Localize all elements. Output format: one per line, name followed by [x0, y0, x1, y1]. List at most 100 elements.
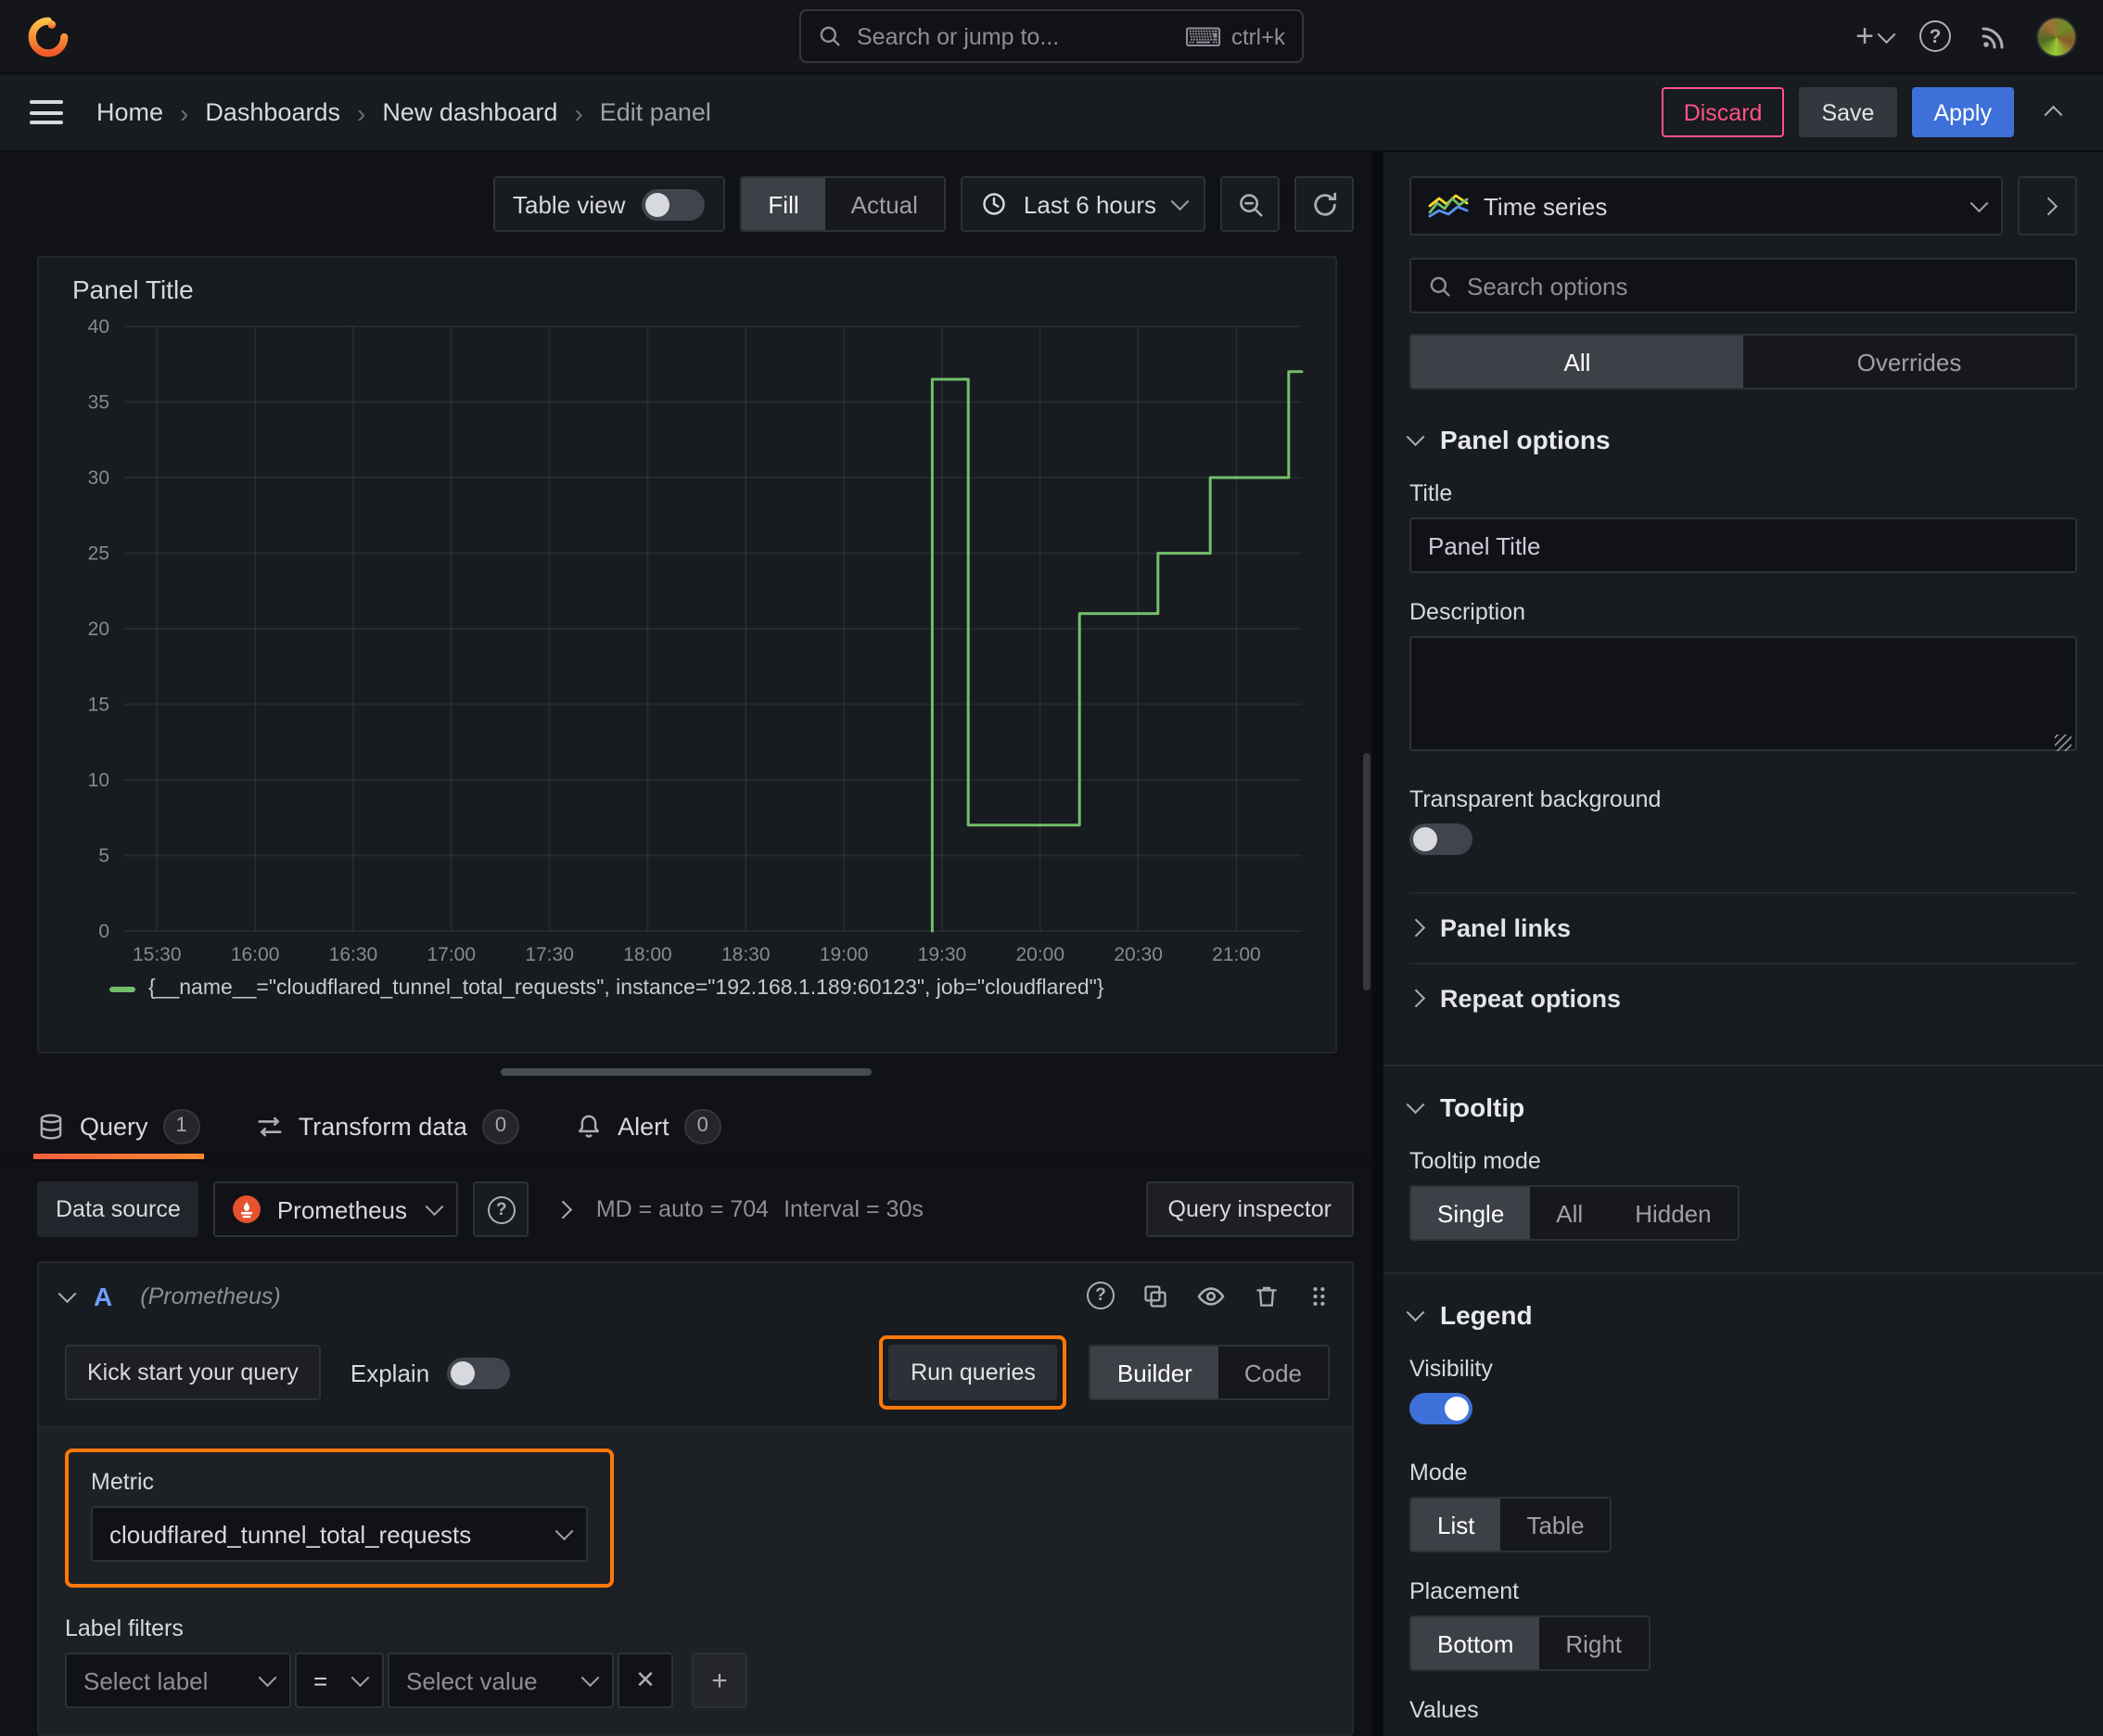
help-button[interactable]: ?: [1919, 20, 1951, 52]
options-search-input[interactable]: [1467, 272, 2058, 300]
tooltip-mode-single[interactable]: Single: [1411, 1187, 1531, 1239]
legend-mode-table[interactable]: Table: [1500, 1499, 1610, 1551]
fill-actual-segmented: Fill Actual: [740, 176, 946, 232]
panel-options-section-header[interactable]: Panel options: [1407, 425, 2077, 454]
run-queries-button[interactable]: Run queries: [888, 1345, 1058, 1400]
transform-count-badge: 0: [481, 1108, 520, 1143]
svg-text:16:00: 16:00: [231, 944, 280, 965]
vertical-scrollbar[interactable]: [1363, 753, 1370, 990]
global-search-input[interactable]: [857, 23, 1170, 49]
chevron-down-icon: [58, 1283, 76, 1302]
drag-handle[interactable]: [1307, 1283, 1330, 1308]
apply-button[interactable]: Apply: [1911, 87, 2014, 137]
query-options-expander[interactable]: [544, 1191, 581, 1228]
query-row-actions: ?: [1087, 1281, 1330, 1310]
chevron-down-icon: [1877, 24, 1894, 43]
query-inspector-button[interactable]: Query inspector: [1145, 1181, 1354, 1237]
breadcrumb-dashboards[interactable]: Dashboards: [205, 98, 340, 126]
user-avatar[interactable]: [2036, 16, 2077, 57]
legend-placement-bottom[interactable]: Bottom: [1411, 1617, 1540, 1669]
query-help-button[interactable]: ?: [1087, 1282, 1115, 1309]
breadcrumb-new-dashboard[interactable]: New dashboard: [382, 98, 557, 126]
visualization-picker-row: Time series: [1409, 176, 2077, 236]
query-ref-id: A: [94, 1281, 113, 1310]
chevron-right-icon: [2038, 197, 2057, 215]
kick-start-query-button[interactable]: Kick start your query: [65, 1345, 321, 1400]
visualization-select[interactable]: Time series: [1409, 176, 2003, 236]
table-view-toggle[interactable]: [642, 188, 706, 220]
alert-count-badge: 0: [683, 1108, 721, 1143]
fill-option[interactable]: Fill: [742, 178, 825, 230]
discard-button[interactable]: Discard: [1661, 87, 1785, 137]
code-option[interactable]: Code: [1218, 1347, 1328, 1398]
remove-filter-button[interactable]: ✕: [618, 1653, 673, 1708]
legend-visibility-label: Visibility: [1409, 1356, 1493, 1382]
options-search[interactable]: [1409, 258, 2077, 313]
legend-visibility-toggle[interactable]: [1409, 1393, 1472, 1424]
collapse-options-pane-button[interactable]: [2018, 176, 2077, 236]
chevron-down-icon: [1407, 1095, 1424, 1114]
tab-overrides[interactable]: Overrides: [1743, 336, 2075, 388]
tab-query[interactable]: Query 1: [33, 1092, 204, 1159]
tooltip-mode-hidden[interactable]: Hidden: [1609, 1187, 1737, 1239]
header-actions: Discard Save Apply: [1661, 87, 2077, 137]
tab-all-options[interactable]: All: [1411, 336, 1743, 388]
collapse-query-button[interactable]: [58, 1283, 76, 1302]
time-range-picker[interactable]: Last 6 hours: [960, 176, 1205, 232]
breadcrumb-home[interactable]: Home: [96, 98, 163, 126]
operator-dropdown[interactable]: =: [295, 1653, 384, 1708]
actual-option[interactable]: Actual: [825, 178, 944, 230]
legend-series-label[interactable]: {__name__="cloudflared_tunnel_total_requ…: [148, 977, 1103, 1000]
description-textarea[interactable]: [1409, 636, 2077, 751]
panel-title-input[interactable]: [1409, 517, 2077, 573]
grafana-logo-icon[interactable]: [26, 14, 70, 58]
zoom-out-time-button[interactable]: [1220, 176, 1280, 232]
svg-text:17:00: 17:00: [427, 944, 476, 965]
select-value-dropdown[interactable]: Select value: [388, 1653, 614, 1708]
global-search[interactable]: ⌨ ctrl+k: [799, 9, 1304, 63]
legend-placement-label: Placement: [1409, 1578, 1520, 1604]
broadcast-icon: [1979, 21, 2008, 51]
horizontal-resize-handle[interactable]: [501, 1068, 872, 1076]
top-nav: ⌨ ctrl+k + ?: [0, 0, 2103, 74]
datasource-help-button[interactable]: ?: [473, 1181, 529, 1237]
transparent-bg-toggle[interactable]: [1409, 823, 1472, 855]
legend-mode-list[interactable]: List: [1411, 1499, 1501, 1551]
new-menu-button[interactable]: +: [1855, 20, 1894, 52]
explain-label: Explain: [350, 1359, 430, 1386]
toggle-query-visibility-button[interactable]: [1196, 1281, 1226, 1310]
panel-title: Panel Title: [72, 274, 194, 304]
chevron-right-icon: ›: [574, 97, 583, 127]
collapse-header-button[interactable]: [2029, 88, 2077, 136]
tab-transform-data[interactable]: Transform data 0: [256, 1092, 520, 1159]
tooltip-mode-all[interactable]: All: [1530, 1187, 1609, 1239]
svg-text:17:30: 17:30: [525, 944, 574, 965]
legend-placement-right[interactable]: Right: [1539, 1617, 1648, 1669]
datasource-select[interactable]: Prometheus: [213, 1181, 459, 1237]
repeat-options-section[interactable]: Repeat options: [1407, 963, 2077, 1033]
panel-editor-main: Table view Fill Actual Last 6 hours Pane…: [0, 152, 1372, 1736]
builder-option[interactable]: Builder: [1090, 1347, 1218, 1398]
transparent-bg-label: Transparent background: [1409, 786, 1662, 812]
prometheus-icon: [233, 1194, 262, 1224]
tooltip-mode-label: Tooltip mode: [1409, 1148, 1541, 1174]
news-button[interactable]: [1979, 21, 2008, 51]
delete-query-button[interactable]: [1254, 1283, 1280, 1308]
duplicate-query-button[interactable]: [1142, 1283, 1168, 1308]
refresh-button[interactable]: [1294, 176, 1354, 232]
menu-toggle-button[interactable]: [30, 96, 63, 128]
title-field-label: Title: [1409, 480, 1453, 506]
save-button[interactable]: Save: [1799, 87, 1897, 137]
legend-mode-segmented: List Table: [1409, 1497, 1612, 1552]
tab-alert[interactable]: Alert 0: [575, 1092, 721, 1159]
resize-grip-icon[interactable]: [2055, 734, 2071, 751]
select-label-dropdown[interactable]: Select label: [65, 1653, 291, 1708]
metric-select[interactable]: cloudflared_tunnel_total_requests: [91, 1506, 588, 1562]
explain-toggle[interactable]: [446, 1357, 510, 1388]
add-filter-button[interactable]: +: [692, 1653, 747, 1708]
time-series-chart[interactable]: 0 5 10 15 20 25 30 35 40 15:30 16:00 16:30 17:00 17:3…: [57, 308, 1317, 972]
svg-text:20:30: 20:30: [1114, 944, 1163, 965]
panel-links-section[interactable]: Panel links: [1407, 892, 2077, 963]
legend-section-header[interactable]: Legend: [1407, 1300, 2077, 1330]
tooltip-section-header[interactable]: Tooltip: [1407, 1092, 2077, 1122]
